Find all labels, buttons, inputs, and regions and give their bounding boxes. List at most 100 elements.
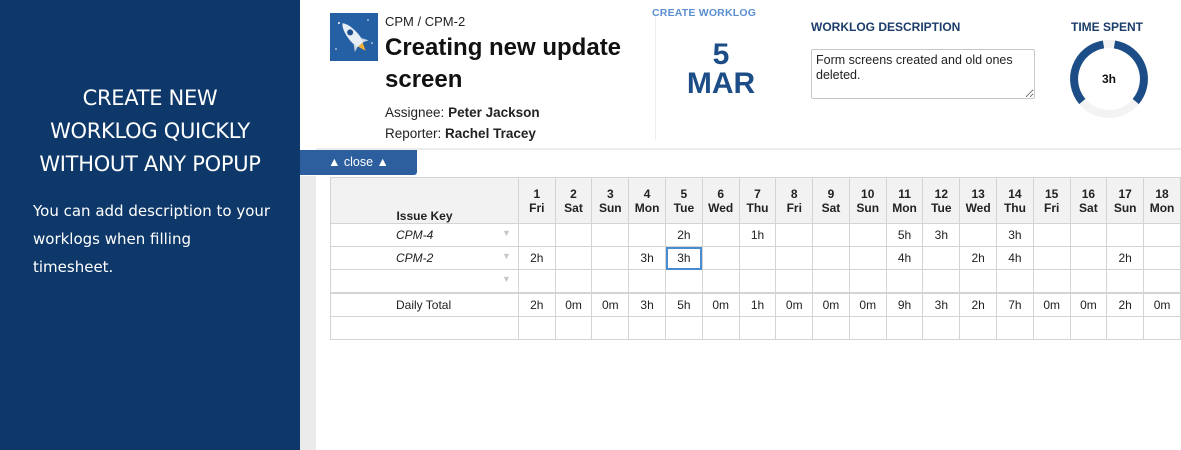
worklog-cell[interactable] [848, 246, 887, 270]
worklog-cell[interactable] [848, 269, 887, 294]
issue-key-cell[interactable]: ▼ [330, 269, 519, 294]
day-number-header: 15 [1032, 177, 1071, 201]
worklog-cell[interactable] [591, 269, 630, 294]
worklog-cell[interactable] [1069, 269, 1108, 294]
worklog-cell[interactable] [738, 269, 777, 294]
daily-total-cell: 0m [591, 292, 630, 317]
worklog-cell[interactable] [775, 223, 814, 247]
worklog-cell[interactable] [738, 246, 777, 270]
worklog-cell[interactable] [1069, 223, 1108, 247]
create-worklog-label: CREATE WORKLOG [652, 7, 757, 19]
empty-cell [959, 316, 998, 340]
worklog-date-month[interactable]: MAR [671, 67, 771, 101]
worklog-cell[interactable]: 4h [996, 246, 1034, 270]
worklog-cell[interactable]: 2h [1106, 246, 1145, 270]
worklog-description-input[interactable]: Form screens created and old ones delete… [811, 49, 1035, 99]
worklog-cell[interactable]: 2h [517, 246, 556, 270]
worklog-cell[interactable] [701, 269, 740, 294]
worklog-cell[interactable] [554, 246, 593, 270]
timesheet-row: CPM-4 ▼ 2h 1h 5h 3h 3h [330, 223, 1181, 247]
issue-key: CPM-4 [396, 228, 434, 242]
panel-gutter [300, 176, 316, 450]
rocket-icon [330, 13, 378, 61]
worklog-cell[interactable] [1143, 246, 1181, 270]
day-of-week-header: Fri [517, 201, 556, 224]
day-number-header: 6 [701, 177, 740, 201]
worklog-cell[interactable] [959, 223, 998, 247]
worklog-cell[interactable] [812, 269, 850, 294]
worklog-cell[interactable] [701, 246, 740, 270]
breadcrumb[interactable]: CPM / CPM-2 [385, 14, 465, 29]
worklog-cell[interactable] [775, 246, 814, 270]
time-spent-value: 3h [1102, 72, 1116, 86]
timesheet-grid: Issue Key 1 2 3 4 5 6 7 8 9 10 11 12 13 14 15 16 17 18 Fr… [330, 177, 1181, 340]
worklog-cell[interactable]: 2h [959, 246, 998, 270]
worklog-cell[interactable] [848, 223, 887, 247]
worklog-cell[interactable] [775, 269, 814, 294]
worklog-cell[interactable] [701, 223, 740, 247]
day-number-header: 3 [591, 177, 630, 201]
worklog-cell[interactable] [812, 246, 850, 270]
empty-cell [665, 316, 703, 340]
worklog-cell[interactable] [812, 223, 850, 247]
day-of-week-header: Thu [738, 201, 777, 224]
day-number-header: 7 [738, 177, 777, 201]
daily-total-label: Daily Total [330, 292, 519, 317]
worklog-cell[interactable]: 3h [628, 246, 667, 270]
promo-title-line: WITHOUT ANY POPUP [39, 152, 261, 176]
worklog-cell[interactable]: 1h [738, 223, 777, 247]
worklog-cell[interactable]: 5h [885, 223, 924, 247]
empty-cell [885, 316, 924, 340]
worklog-cell[interactable] [1032, 269, 1071, 294]
worklog-cell[interactable] [554, 223, 593, 247]
worklog-cell[interactable] [885, 269, 924, 294]
day-of-week-header: Sun [591, 201, 630, 224]
worklog-cell[interactable] [1032, 246, 1071, 270]
empty-cell [1069, 316, 1108, 340]
worklog-cell[interactable] [922, 269, 961, 294]
worklog-cell[interactable] [1069, 246, 1108, 270]
dropdown-arrow-icon[interactable]: ▼ [502, 251, 511, 261]
worklog-cell[interactable] [517, 269, 556, 294]
worklog-cell[interactable] [554, 269, 593, 294]
worklog-cell[interactable] [1032, 223, 1071, 247]
day-of-week-header: Thu [996, 201, 1034, 224]
reporter-name: Rachel Tracey [445, 126, 536, 141]
day-of-week-header: Tue [665, 201, 703, 224]
day-of-week-header: Wed [959, 201, 998, 224]
worklog-cell[interactable] [665, 269, 703, 294]
worklog-cell[interactable]: 3h [922, 223, 961, 247]
worklog-cell[interactable]: 2h [665, 223, 703, 247]
worklog-cell[interactable] [1143, 269, 1181, 294]
issue-key-cell[interactable]: CPM-2 ▼ [330, 246, 519, 270]
daily-total-cell: 7h [996, 292, 1034, 317]
day-number-header: 14 [996, 177, 1034, 201]
reporter-line: Reporter: Rachel Tracey [385, 126, 536, 141]
daily-total-cell: 9h [885, 292, 924, 317]
dropdown-arrow-icon[interactable]: ▼ [502, 228, 511, 238]
daily-total-cell: 1h [738, 292, 777, 317]
worklog-cell[interactable]: 4h [885, 246, 924, 270]
daily-total-cell: 2h [1106, 292, 1145, 317]
worklog-cell[interactable] [517, 223, 556, 247]
worklog-cell[interactable] [591, 223, 630, 247]
worklog-cell[interactable] [1106, 223, 1145, 247]
worklog-cell[interactable] [591, 246, 630, 270]
issue-key-cell[interactable]: CPM-4 ▼ [330, 223, 519, 247]
worklog-cell[interactable] [1143, 223, 1181, 247]
worklog-cell[interactable] [996, 269, 1034, 294]
worklog-cell[interactable] [628, 269, 667, 294]
day-number-header: 17 [1106, 177, 1145, 201]
worklog-cell[interactable] [628, 223, 667, 247]
worklog-cell[interactable] [1106, 269, 1145, 294]
close-button[interactable]: ▲ close ▲ [300, 150, 417, 175]
worklog-cell[interactable] [922, 246, 961, 270]
daily-total-cell: 0m [1069, 292, 1108, 317]
time-spent-gauge[interactable]: 3h [1068, 38, 1150, 120]
worklog-cell[interactable] [959, 269, 998, 294]
worklog-cell[interactable]: 3h [665, 246, 703, 270]
fill-handle[interactable] [699, 267, 702, 269]
worklog-cell[interactable]: 3h [996, 223, 1034, 247]
worklog-description-label: WORKLOG DESCRIPTION [811, 20, 961, 34]
dropdown-arrow-icon[interactable]: ▼ [502, 274, 511, 284]
